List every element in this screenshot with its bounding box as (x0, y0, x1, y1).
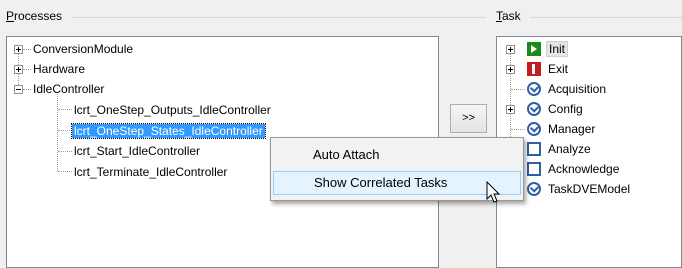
tree-item-label: lcrt_OneStep_States_IdleController (71, 123, 266, 139)
tree-line (23, 89, 31, 90)
tree-item-conversionmodule[interactable]: ConversionModule (33, 40, 133, 58)
square-icon (527, 142, 541, 156)
tree-line (58, 171, 72, 172)
tree-item-label: lcrt_Start_IdleController (74, 144, 201, 158)
tree-item-label: lcrt_OneStep_Outputs_IdleController (74, 103, 271, 117)
task-item-init[interactable]: Init (546, 40, 569, 58)
task-item-label: Exit (548, 62, 569, 76)
exit-icon (527, 62, 541, 76)
task-group-label: Task (496, 9, 521, 23)
task-item-taskdvemodel[interactable]: TaskDVEModel (548, 180, 630, 198)
clock-icon (527, 82, 541, 96)
task-item-label: Acknowledge (548, 162, 620, 176)
tree-line (58, 130, 72, 131)
processes-label-rest: rocesses (14, 9, 63, 23)
task-item-acknowledge[interactable]: Acknowledge (548, 160, 619, 178)
square-icon (527, 162, 541, 176)
collapse-icon[interactable] (14, 85, 23, 94)
clock-icon (527, 102, 541, 116)
task-header-separator (530, 17, 682, 18)
task-item-acquisition[interactable]: Acquisition (548, 80, 606, 98)
task-item-label: Manager (548, 122, 596, 136)
tree-line (58, 151, 72, 152)
tree-item-label: lcrt_Terminate_IdleController (74, 165, 228, 179)
assign-button[interactable]: >> (450, 104, 487, 133)
clock-icon (527, 122, 541, 136)
menu-item-label: Show Correlated Tasks (314, 175, 448, 190)
task-item-manager[interactable]: Manager (548, 120, 595, 138)
tree-line (511, 89, 525, 90)
task-item-label: Init (546, 41, 569, 57)
expand-icon[interactable] (506, 105, 515, 114)
tree-line (58, 109, 72, 110)
tree-item-idlecontroller[interactable]: IdleController (33, 80, 104, 98)
menu-item-auto-attach[interactable]: Auto Attach (273, 143, 521, 167)
tree-item-label: IdleController (33, 82, 105, 96)
init-icon (527, 42, 541, 56)
tree-item-label: Hardware (33, 62, 86, 76)
tree-line (23, 69, 31, 70)
processes-label-accel: P (6, 9, 15, 23)
tree-item-outputs[interactable]: lcrt_OneStep_Outputs_IdleController (74, 101, 271, 119)
expand-icon[interactable] (14, 65, 23, 74)
task-item-config[interactable]: Config (548, 100, 583, 118)
task-item-label: TaskDVEModel (548, 182, 631, 196)
task-item-label: Config (548, 102, 583, 116)
menu-item-show-correlated-tasks[interactable]: Show Correlated Tasks (273, 171, 521, 195)
tree-line (511, 129, 525, 130)
tree-item-start[interactable]: lcrt_Start_IdleController (74, 142, 200, 160)
tree-item-states-selected[interactable]: lcrt_OneStep_States_IdleController (71, 122, 266, 140)
task-item-label: Analyze (548, 142, 591, 156)
tree-item-label: ConversionModule (33, 42, 134, 56)
mouse-cursor-icon (486, 181, 501, 203)
tree-item-terminate[interactable]: lcrt_Terminate_IdleController (74, 163, 227, 181)
assign-button-label: >> (462, 112, 475, 124)
task-item-analyze[interactable]: Analyze (548, 140, 591, 158)
expand-icon[interactable] (506, 65, 515, 74)
expand-icon[interactable] (506, 45, 515, 54)
tree-item-hardware[interactable]: Hardware (33, 60, 85, 78)
expand-icon[interactable] (14, 45, 23, 54)
menu-item-label: Auto Attach (313, 147, 380, 162)
task-item-exit[interactable]: Exit (548, 60, 568, 78)
tree-line (57, 94, 58, 171)
tree-line (23, 49, 31, 50)
processes-header-separator (72, 17, 486, 18)
clock-icon (527, 182, 541, 196)
task-label-rest: ask (502, 9, 521, 23)
processes-group-label: Processes (6, 9, 62, 23)
task-item-label: Acquisition (548, 82, 607, 96)
